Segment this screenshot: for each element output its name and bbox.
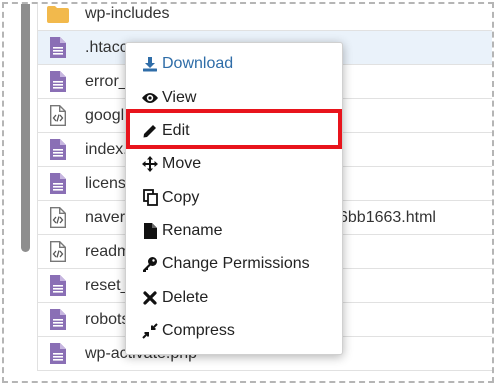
file-name: index. [85,140,128,158]
menu-item-edit[interactable]: Edit [126,114,342,147]
move-arrows-icon [141,155,159,173]
file-name: robots [85,310,130,328]
menu-item-rename[interactable]: Rename [126,214,342,247]
file-row-wp-includes[interactable]: wp-includes [37,4,492,31]
code-file-icon [47,105,69,127]
file-name: naver [85,208,126,226]
code-file-icon [47,241,69,263]
file-icon [47,275,69,297]
menu-item-label: Edit [162,121,190,139]
key-icon [141,255,159,273]
file-icon [47,343,69,365]
vertical-scrollbar[interactable] [21,4,30,252]
menu-item-download[interactable]: Download [126,47,342,80]
file-icon [47,173,69,195]
file-icon [47,37,69,59]
eye-icon [141,89,159,107]
menu-item-label: Rename [162,221,223,239]
menu-item-label: Move [162,154,202,172]
menu-item-label: View [162,88,197,106]
file-name: wp-includes [85,4,170,22]
menu-item-label: Delete [162,288,209,306]
file-icon [47,139,69,161]
menu-item-view[interactable]: View [126,81,342,114]
file-name: licens [85,174,126,192]
context-menu: Download View Edit Move Copy Rename Chan… [125,42,343,355]
x-icon [141,289,159,307]
file-name: reset_ [85,276,130,294]
code-file-icon [47,207,69,229]
menu-item-label: Compress [162,321,235,339]
menu-item-compress[interactable]: Compress [126,314,342,347]
folder-icon [47,4,69,25]
file-name: googl [85,106,125,124]
menu-item-delete[interactable]: Delete [126,281,342,314]
menu-item-label: Copy [162,188,200,206]
menu-item-label: Change Permissions [162,254,310,272]
file-name: error_ [85,72,128,90]
menu-item-move[interactable]: Move [126,147,342,180]
pencil-icon [141,122,159,140]
menu-item-label: Download [162,54,234,72]
file-icon [47,309,69,331]
file-icon [47,71,69,93]
copy-icon [141,189,159,207]
file-icon [141,222,159,240]
menu-item-copy[interactable]: Copy [126,181,342,214]
menu-item-change-permissions[interactable]: Change Permissions [126,247,342,280]
download-icon [141,55,159,73]
file-name: .htacc [85,38,128,56]
file-name: readm [85,242,131,260]
file-name-suffix: 6bb1663.html [339,208,436,226]
compress-icon [141,322,159,340]
